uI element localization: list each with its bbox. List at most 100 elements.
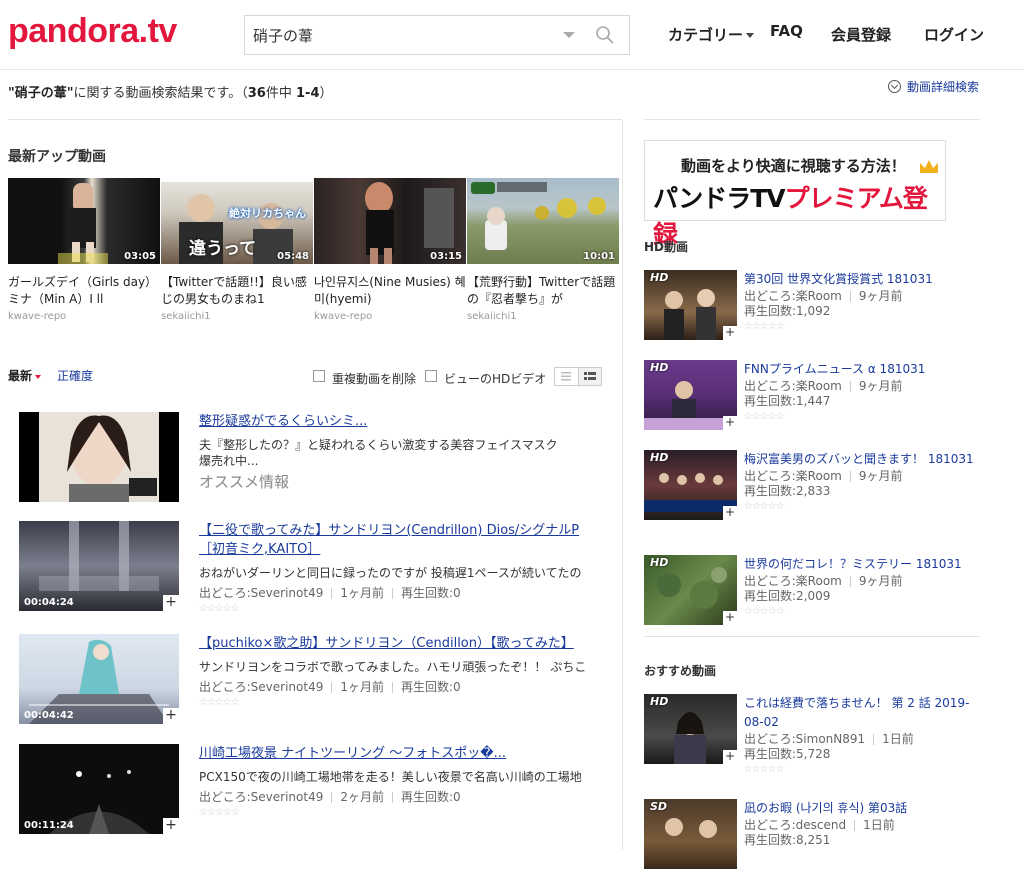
search-icon[interactable] — [595, 25, 615, 45]
video-thumbnail[interactable]: HD + — [644, 694, 737, 764]
nav-register[interactable]: 会員登録 — [831, 24, 891, 45]
video-source[interactable]: 出どころ:Severinot49 — [199, 790, 323, 804]
video-uploader[interactable]: sekaiichi1 — [161, 311, 313, 322]
crown-icon — [920, 160, 938, 173]
hd-body: FNNプライムニュース α 181031 出どころ:楽Room 9ヶ月前 再生回数… — [744, 360, 979, 422]
video-uploader[interactable]: kwave-repo — [8, 311, 160, 322]
video-title[interactable]: 梅沢富美男のズバッと聞きます！ 181031 — [744, 450, 979, 469]
video-title[interactable]: 川崎工場夜景 ナイトツーリング ～フォトスポッ�... — [199, 744, 599, 763]
video-thumbnail[interactable]: SD — [644, 799, 737, 869]
video-source[interactable]: 出どころ:Severinot49 — [199, 680, 323, 694]
video-age: 9ヶ月前 — [858, 379, 903, 393]
rating-stars: ☆☆☆☆☆ — [199, 697, 240, 708]
video-uploader[interactable]: sekaiichi1 — [467, 311, 619, 322]
video-title[interactable]: FNNプライムニュース α 181031 — [744, 360, 979, 379]
video-source[interactable]: 出どころ:SimonN891 — [744, 732, 865, 746]
detail-view-icon[interactable] — [577, 368, 601, 385]
add-playlist-icon[interactable]: + — [163, 708, 179, 724]
video-title[interactable]: 世界の何だコレ！？ミステリー 181031 — [744, 555, 979, 574]
video-title[interactable]: 【二役で歌ってみた】サンドリヨン(Cendrillon) Dios/シグナルP［… — [199, 521, 599, 559]
add-playlist-icon[interactable]: + — [163, 818, 179, 834]
add-playlist-icon[interactable]: + — [723, 326, 737, 340]
recommend-body: 凪のお暇 (나기의 휴식) 第03話 出どころ:descend 1日前 再生回数:… — [744, 799, 979, 848]
video-source[interactable]: 出どころ:Severinot49 — [199, 586, 323, 600]
video-thumbnail[interactable]: 00:04:42 + — [19, 634, 179, 724]
ad-label: オススメ情報 — [199, 473, 290, 491]
video-thumbnail[interactable]: 03:15 — [314, 178, 466, 264]
search-dropdown-icon[interactable] — [563, 32, 575, 38]
video-thumbnail[interactable]: 00:11:24 + — [19, 744, 179, 834]
premium-banner[interactable]: 動画をより快適に視聴する方法！ パンドラTVプレミアム登録 — [644, 140, 946, 249]
add-playlist-icon[interactable]: + — [723, 611, 737, 625]
latest-item[interactable]: 10:01 【荒野行動】Twitterで話題の『忍者撃ち』が sekaiichi… — [467, 178, 619, 322]
video-meta: 出どころ:楽Room 9ヶ月前 — [744, 469, 979, 484]
video-duration: 00:11:24 — [24, 820, 74, 831]
video-thumbnail[interactable]: 03:05 — [8, 178, 160, 264]
video-title[interactable]: 【Twitterで話題!!】良い感じの男女ものまね1 — [161, 274, 313, 308]
latest-item[interactable]: 絶対リカちゃん 違うって 05:48 【Twitterで話題!!】良い感じの男女… — [161, 178, 313, 322]
add-playlist-icon[interactable]: + — [163, 595, 179, 611]
video-uploader[interactable]: kwave-repo — [314, 311, 466, 322]
video-title[interactable]: ガールズデイ（Girls day）ミナ（Min A）I ll — [8, 274, 160, 308]
sort-newest[interactable]: 最新 — [8, 367, 42, 384]
add-playlist-icon[interactable]: + — [723, 750, 737, 764]
video-thumbnail[interactable]: 10:01 — [467, 178, 619, 264]
list-view-icon[interactable] — [555, 368, 578, 385]
video-meta: 出どころ:SimonN891 1日前 — [744, 732, 979, 747]
pandora-logo[interactable]: pandora.tv — [8, 12, 177, 51]
nav-category[interactable]: カテゴリー — [668, 24, 755, 45]
detail-search-link[interactable]: 動画詳細検索 — [888, 78, 979, 95]
video-plays: 再生回数:1,447 — [744, 394, 831, 408]
video-meta: 出どころ:Severinot49 1ヶ月前 再生回数:0 — [199, 678, 599, 695]
video-meta: 出どころ:楽Room 9ヶ月前 — [744, 574, 979, 589]
video-age: 1日前 — [863, 818, 895, 832]
video-source[interactable]: 出どころ:楽Room — [744, 469, 842, 483]
nav-login[interactable]: ログイン — [924, 24, 984, 45]
video-age: 1ヶ月前 — [340, 680, 384, 694]
results-summary: "硝子の葦"に関する動画検索結果です。（36件中 1-4） — [8, 86, 333, 101]
hd-only-label: ビューのHDビデオ — [444, 372, 547, 386]
video-source[interactable]: 出どころ:descend — [744, 818, 846, 832]
video-thumbnail[interactable]: HD + — [644, 360, 737, 430]
video-thumbnail[interactable]: HD + — [644, 555, 737, 625]
video-thumbnail[interactable]: 絶対リカちゃん 違うって 05:48 — [161, 178, 313, 264]
divider — [8, 119, 622, 120]
video-thumbnail[interactable]: HD + — [644, 450, 737, 520]
video-title[interactable]: これは経費で落ちません！ 第 2 話 2019-08-02 — [744, 694, 979, 732]
video-age: 9ヶ月前 — [858, 469, 903, 483]
latest-item[interactable]: 03:05 ガールズデイ（Girls day）ミナ（Min A）I ll kwa… — [8, 178, 160, 322]
nav-faq[interactable]: FAQ — [770, 22, 803, 40]
video-description: おねがいダーリンと同日に録ったのですが 投稿遅1ペースが続いてたの — [199, 566, 582, 580]
video-meta: 出どころ:Severinot49 1ヶ月前 再生回数:0 — [199, 584, 599, 601]
search-input[interactable] — [245, 16, 545, 54]
hd-badge: HD — [650, 361, 669, 374]
video-plays: 再生回数:1,092 — [744, 304, 831, 318]
ad-thumbnail[interactable] — [19, 412, 179, 502]
thumb-caption: 違うって — [189, 239, 257, 259]
video-title[interactable]: 【puchiko×歌之助】サンドリヨン（Cendillon）【歌ってみた】 — [199, 634, 599, 653]
video-source[interactable]: 出どころ:楽Room — [744, 574, 842, 588]
hd-only-checkbox[interactable] — [425, 370, 437, 382]
ad-description: 夫『整形したの？』と疑われるくらい激変する美容フェイスマスク爆売れ中... — [199, 438, 558, 468]
dedupe-checkbox[interactable] — [313, 370, 325, 382]
rating-stars: ☆☆☆☆☆ — [744, 411, 785, 422]
add-playlist-icon[interactable]: + — [723, 506, 737, 520]
rating-stars: ☆☆☆☆☆ — [744, 321, 785, 332]
latest-item[interactable]: 03:15 나인뮤지스(Nine Musies) 혜미(hyemi) kwave… — [314, 178, 466, 322]
video-source[interactable]: 出どころ:楽Room — [744, 379, 842, 393]
video-duration: 10:01 — [583, 251, 615, 262]
sort-accuracy[interactable]: 正確度 — [57, 367, 93, 384]
expand-icon — [888, 80, 901, 93]
video-title[interactable]: 第30回 世界文化賞授賞式 181031 — [744, 270, 979, 289]
video-thumbnail[interactable]: 00:04:24 + — [19, 521, 179, 611]
rating-stars: ☆☆☆☆☆ — [199, 603, 240, 614]
video-title[interactable]: 나인뮤지스(Nine Musies) 혜미(hyemi) — [314, 274, 466, 308]
video-plays: 再生回数:5,728 — [744, 747, 831, 761]
video-meta: 出どころ:楽Room 9ヶ月前 — [744, 379, 979, 394]
video-thumbnail[interactable]: HD + — [644, 270, 737, 340]
video-title[interactable]: 【荒野行動】Twitterで話題の『忍者撃ち』が — [467, 274, 619, 308]
ad-title[interactable]: 整形疑惑がでるくらいシミ... — [199, 412, 599, 431]
add-playlist-icon[interactable]: + — [723, 416, 737, 430]
video-title[interactable]: 凪のお暇 (나기의 휴식) 第03話 — [744, 799, 979, 818]
video-source[interactable]: 出どころ:楽Room — [744, 289, 842, 303]
